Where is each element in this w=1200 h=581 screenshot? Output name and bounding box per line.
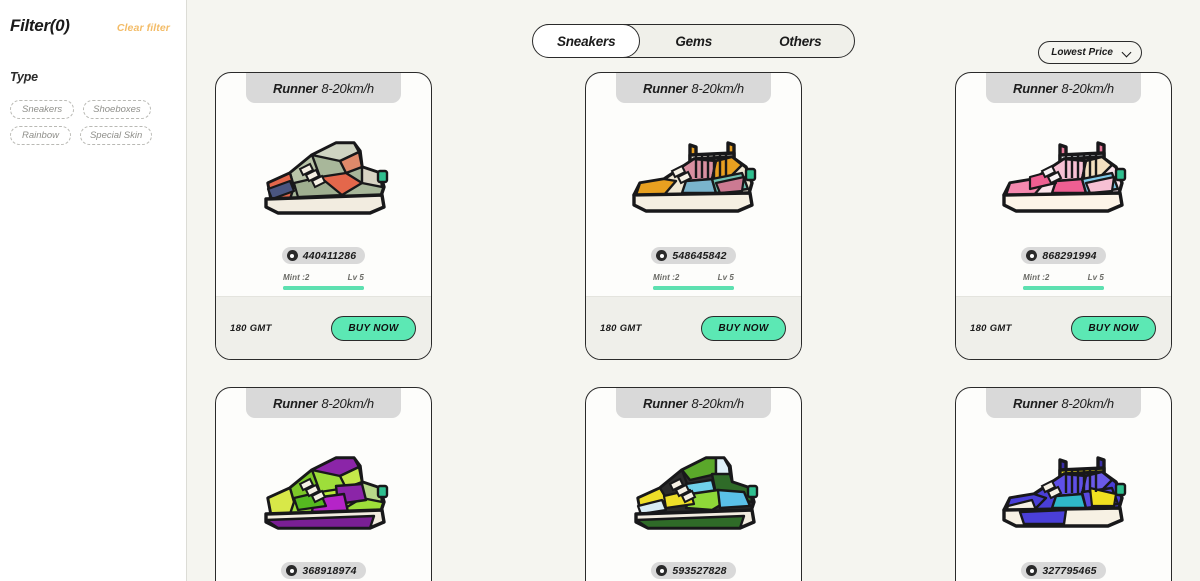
card-type-badge: Runner 8-20km/h: [986, 388, 1141, 418]
chevron-down-icon: [1122, 48, 1131, 57]
card-footer: 180 GMT BUY NOW: [956, 296, 1171, 359]
sneaker-id-value: 868291994: [1042, 249, 1097, 262]
filter-chip-rainbow[interactable]: Rainbow: [10, 126, 71, 145]
buy-now-button[interactable]: BUY NOW: [1071, 315, 1156, 341]
card-footer: 180 GMT BUY NOW: [216, 296, 431, 359]
sneaker-stats: Mint :2 Lv 5: [1023, 273, 1104, 282]
tab-gems[interactable]: Gems: [640, 25, 747, 57]
level-value: Lv 5: [347, 273, 364, 282]
card-speed-label: 8-20km/h: [691, 80, 744, 96]
card-type-badge: Runner 8-20km/h: [246, 73, 401, 103]
mint-value: Mint :2: [1023, 273, 1050, 282]
sneaker-id-row: 368918974: [216, 562, 431, 579]
sneaker-stats: Mint :2 Lv 5: [283, 273, 364, 282]
sneaker-stats: Mint :2 Lv 5: [653, 273, 734, 282]
token-icon: [286, 565, 298, 576]
sneaker-id-badge: 868291994: [1021, 247, 1106, 264]
sneaker-id-row: 593527828: [586, 562, 801, 579]
card-speed-label: 8-20km/h: [1061, 395, 1114, 411]
type-filter-chips: Sneakers Shoeboxes Rainbow Special Skin: [10, 100, 175, 145]
card-type-label: Runner: [643, 80, 688, 96]
sneaker-grid: Runner 8-20km/h 440411286 Mint:2 Lv 5 1…: [187, 72, 1200, 581]
level-value: Lv 5: [717, 273, 734, 282]
sneaker-id-badge: 440411286: [281, 247, 366, 264]
sort-dropdown-value: Lowest Price: [1051, 47, 1113, 58]
tab-sneakers[interactable]: Sneakers: [531, 24, 641, 58]
sneaker-card[interactable]: Runner 8-20km/h: [215, 72, 432, 360]
price-value: 180 GMT: [230, 322, 272, 334]
sneaker-image: [216, 426, 431, 546]
sneaker-id-row: 327795465: [956, 562, 1171, 579]
card-type-label: Runner: [643, 395, 688, 411]
token-icon: [656, 250, 668, 261]
card-type-label: Runner: [1013, 80, 1058, 96]
sneaker-card[interactable]: Runner 8-20km/h: [215, 387, 432, 581]
durability-progress-bar: [653, 286, 734, 290]
sneaker-image: [956, 111, 1171, 231]
filter-chip-sneakers[interactable]: Sneakers: [10, 100, 75, 119]
sneaker-id-row: 440411286: [216, 247, 431, 264]
sneaker-image: [586, 111, 801, 231]
price-value: 180 GMT: [600, 322, 642, 334]
sneaker-card[interactable]: Runner 8-20km/h: [585, 387, 802, 581]
sneaker-card[interactable]: Runner 8-20km/h: [955, 387, 1172, 581]
card-speed-label: 8-20km/h: [321, 80, 374, 96]
buy-now-button[interactable]: BUY NOW: [331, 315, 416, 341]
sneaker-id-row: 868291994: [956, 247, 1171, 264]
token-icon: [656, 565, 668, 576]
card-type-badge: Runner 8-20km/h: [616, 73, 771, 103]
sneaker-id-value: 593527828: [672, 564, 727, 577]
card-type-label: Runner: [273, 395, 318, 411]
card-type-badge: Runner 8-20km/h: [246, 388, 401, 418]
durability-progress-bar: [283, 286, 364, 290]
price-value: 180 GMT: [970, 322, 1012, 334]
sneaker-id-value: 368918974: [302, 564, 357, 577]
mint-value: Mint :2: [283, 273, 310, 282]
level-value: Lv 5: [1087, 273, 1104, 282]
token-icon: [1026, 250, 1038, 261]
filter-sidebar: Filter(0) Clear filter Type Sneakers Sho…: [0, 0, 187, 581]
card-speed-label: 8-20km/h: [321, 395, 374, 411]
tab-others[interactable]: Others: [747, 25, 854, 57]
main-content: Sneakers Gems Others Lowest Price Runner…: [187, 0, 1200, 581]
card-footer: 180 GMT BUY NOW: [586, 296, 801, 359]
card-speed-label: 8-20km/h: [691, 395, 744, 411]
sneaker-image: [216, 111, 431, 231]
card-speed-label: 8-20km/h: [1061, 80, 1114, 96]
token-icon: [286, 250, 298, 261]
clear-filter-button[interactable]: Clear filter: [117, 22, 170, 34]
sneaker-card[interactable]: Runner 8-20km/h: [955, 72, 1172, 360]
sneaker-id-badge: 593527828: [651, 562, 736, 579]
sneaker-image: [956, 426, 1171, 546]
card-type-label: Runner: [1013, 395, 1058, 411]
marketplace-page: Filter(0) Clear filter Type Sneakers Sho…: [0, 0, 1200, 581]
sneaker-id-value: 327795465: [1042, 564, 1097, 577]
sneaker-id-row: 548645842: [586, 247, 801, 264]
filter-header: Filter(0) Clear filter: [10, 16, 174, 36]
type-section-label: Type: [10, 70, 38, 84]
filter-title: Filter(0): [10, 16, 70, 35]
mint-value: Mint :2: [653, 273, 680, 282]
filter-chip-shoeboxes[interactable]: Shoeboxes: [83, 100, 151, 119]
card-type-badge: Runner 8-20km/h: [986, 73, 1141, 103]
filter-chip-special-skin[interactable]: Special Skin: [79, 126, 153, 145]
sneaker-id-badge: 548645842: [651, 247, 736, 264]
card-type-label: Runner: [273, 80, 318, 96]
token-icon: [1026, 565, 1038, 576]
top-bar: Sneakers Gems Others Lowest Price: [187, 0, 1200, 72]
category-tabs: Sneakers Gems Others: [531, 24, 855, 58]
buy-now-button[interactable]: BUY NOW: [701, 315, 786, 341]
durability-progress-bar: [1023, 286, 1104, 290]
sneaker-id-badge: 327795465: [1021, 562, 1106, 579]
card-type-badge: Runner 8-20km/h: [616, 388, 771, 418]
sneaker-id-value: 440411286: [302, 249, 357, 262]
sneaker-card[interactable]: Runner 8-20km/h: [585, 72, 802, 360]
sneaker-id-badge: 368918974: [281, 562, 366, 579]
sneaker-image: [586, 426, 801, 546]
sort-dropdown[interactable]: Lowest Price: [1038, 41, 1142, 64]
sneaker-id-value: 548645842: [672, 249, 727, 262]
